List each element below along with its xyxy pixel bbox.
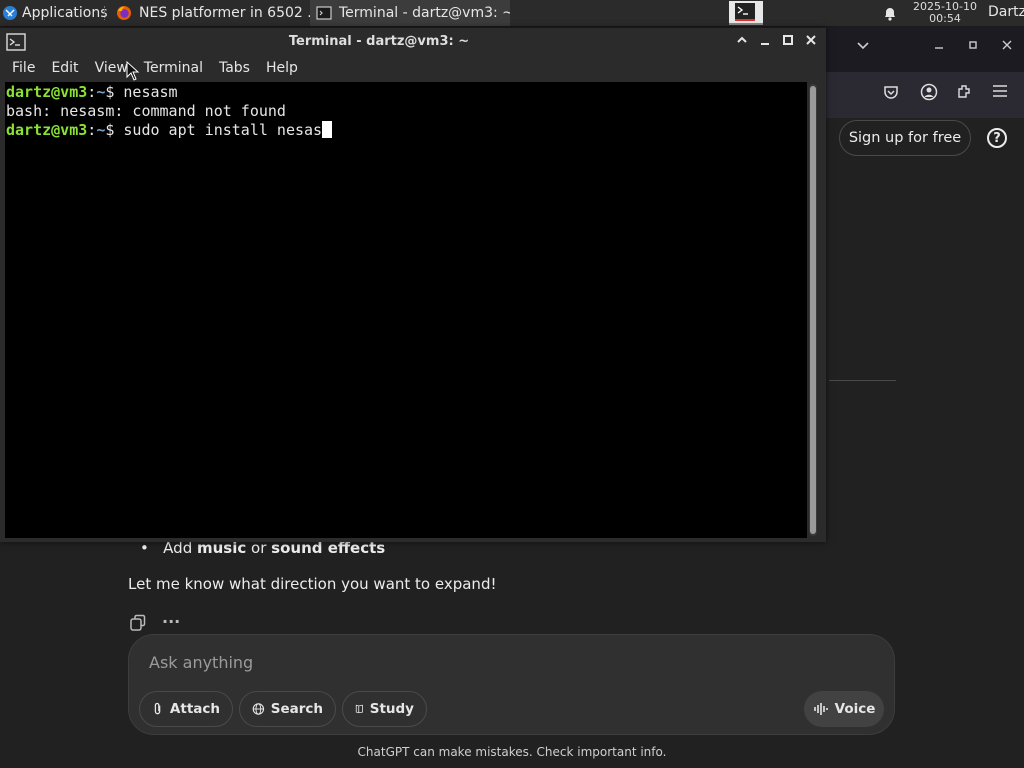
attach-label: Attach (169, 701, 220, 717)
taskbar-item-firefox[interactable]: NES platformer in 6502 ... (110, 0, 310, 26)
browser-close-button[interactable] (1002, 39, 1012, 54)
divider (829, 380, 896, 381)
terminal-window: Terminal - dartz@vm3: ~ File Edit View T… (0, 28, 826, 542)
terminal-launcher-icon (735, 3, 755, 21)
panel-clock[interactable]: 2025-10-10 00:54 (910, 1, 980, 25)
terminal-icon (316, 6, 332, 20)
study-button[interactable]: Study (342, 691, 427, 727)
terminal-screen[interactable]: dartz@vm3:~$ nesasm bash: nesasm: comman… (5, 82, 807, 538)
taskbar-label: Terminal - dartz@vm3: ~ (339, 5, 510, 21)
taskbar-item-terminal[interactable]: Terminal - dartz@vm3: ~ (310, 0, 510, 26)
menu-tabs[interactable]: Tabs (211, 56, 258, 82)
menu-terminal[interactable]: Terminal (136, 56, 211, 82)
study-label: Study (369, 701, 414, 717)
account-icon[interactable] (920, 83, 938, 105)
prompt-user: dartz@vm3 (6, 83, 88, 101)
terminal-launcher-button[interactable] (729, 1, 763, 25)
command-text: sudo apt install nesas (123, 121, 323, 139)
menu-file[interactable]: File (0, 56, 43, 82)
menu-help[interactable]: Help (258, 56, 306, 82)
notification-bell-icon[interactable] (882, 5, 898, 25)
xfce-logo-icon (3, 6, 17, 20)
book-icon (355, 704, 363, 714)
applications-menu[interactable]: Applications (0, 0, 108, 26)
terminal-line: dartz@vm3:~$ nesasm (6, 83, 178, 101)
extensions-icon[interactable] (956, 83, 973, 104)
output-text: bash: nesasm: command not found (6, 102, 286, 120)
terminal-line: bash: nesasm: command not found (5, 102, 807, 121)
disclaimer-text: ChatGPT can make mistakes. Check importa… (0, 745, 1024, 759)
user-menu[interactable]: Dartz (988, 4, 1024, 20)
text-cursor (322, 121, 333, 138)
terminal-line: dartz@vm3:~$ sudo apt install nesas (5, 121, 807, 140)
window-title: Terminal - dartz@vm3: ~ (288, 34, 470, 49)
panel-separator (104, 6, 107, 20)
globe-icon (252, 703, 265, 715)
terminal-menubar: File Edit View Terminal Tabs Help (0, 56, 826, 82)
taskbar-label: NES platformer in 6502 ... (139, 5, 310, 21)
scrollbar-thumb[interactable] (810, 86, 816, 534)
search-button[interactable]: Search (239, 691, 336, 727)
clock-time: 00:54 (929, 12, 961, 25)
menu-edit[interactable]: Edit (43, 56, 86, 82)
terminal-titlebar[interactable]: Terminal - dartz@vm3: ~ (0, 28, 826, 56)
sign-up-button[interactable]: Sign up for free (839, 120, 971, 156)
close-window-button[interactable] (805, 34, 817, 50)
maximize-window-button[interactable] (782, 34, 794, 50)
voice-label: Voice (834, 701, 876, 717)
browser-toolbar (826, 72, 1024, 118)
top-panel: Applications NES platformer in 6502 ... … (0, 0, 1024, 27)
voice-button[interactable]: Voice (804, 691, 884, 727)
voice-wave-icon (813, 703, 828, 715)
applications-label: Applications (22, 5, 108, 21)
browser-maximize-button[interactable] (968, 39, 978, 54)
chat-composer[interactable]: Ask anything Attach Search Study Voice (128, 634, 895, 735)
prompt-path: ~ (96, 83, 106, 101)
prompt-user: dartz@vm3 (6, 121, 88, 139)
more-options-icon[interactable]: ··· (162, 612, 180, 631)
shade-window-button[interactable] (736, 34, 748, 50)
disclaimer-label: ChatGPT can make mistakes. Check importa… (357, 745, 667, 759)
firefox-icon (117, 6, 131, 20)
command-text: nesasm (123, 83, 178, 101)
terminal-scrollbar[interactable] (809, 84, 817, 536)
minimize-window-button[interactable] (759, 34, 771, 50)
paperclip-icon (154, 702, 161, 715)
mouse-pointer-icon (126, 60, 140, 85)
help-icon[interactable]: ? (987, 128, 1007, 148)
copy-icon[interactable] (129, 614, 147, 636)
prompt-path: ~ (96, 121, 106, 139)
attach-button[interactable]: Attach (139, 691, 233, 727)
menu-hamburger-icon[interactable] (992, 84, 1008, 102)
pocket-icon[interactable] (883, 84, 899, 104)
ask-input[interactable]: Ask anything (149, 653, 253, 672)
search-label: Search (270, 701, 323, 717)
chat-message-text: Let me know what direction you want to e… (128, 575, 497, 593)
tab-list-chevron-icon[interactable] (856, 40, 870, 55)
browser-minimize-button[interactable] (934, 39, 944, 54)
browser-tab-bar (826, 27, 1024, 72)
